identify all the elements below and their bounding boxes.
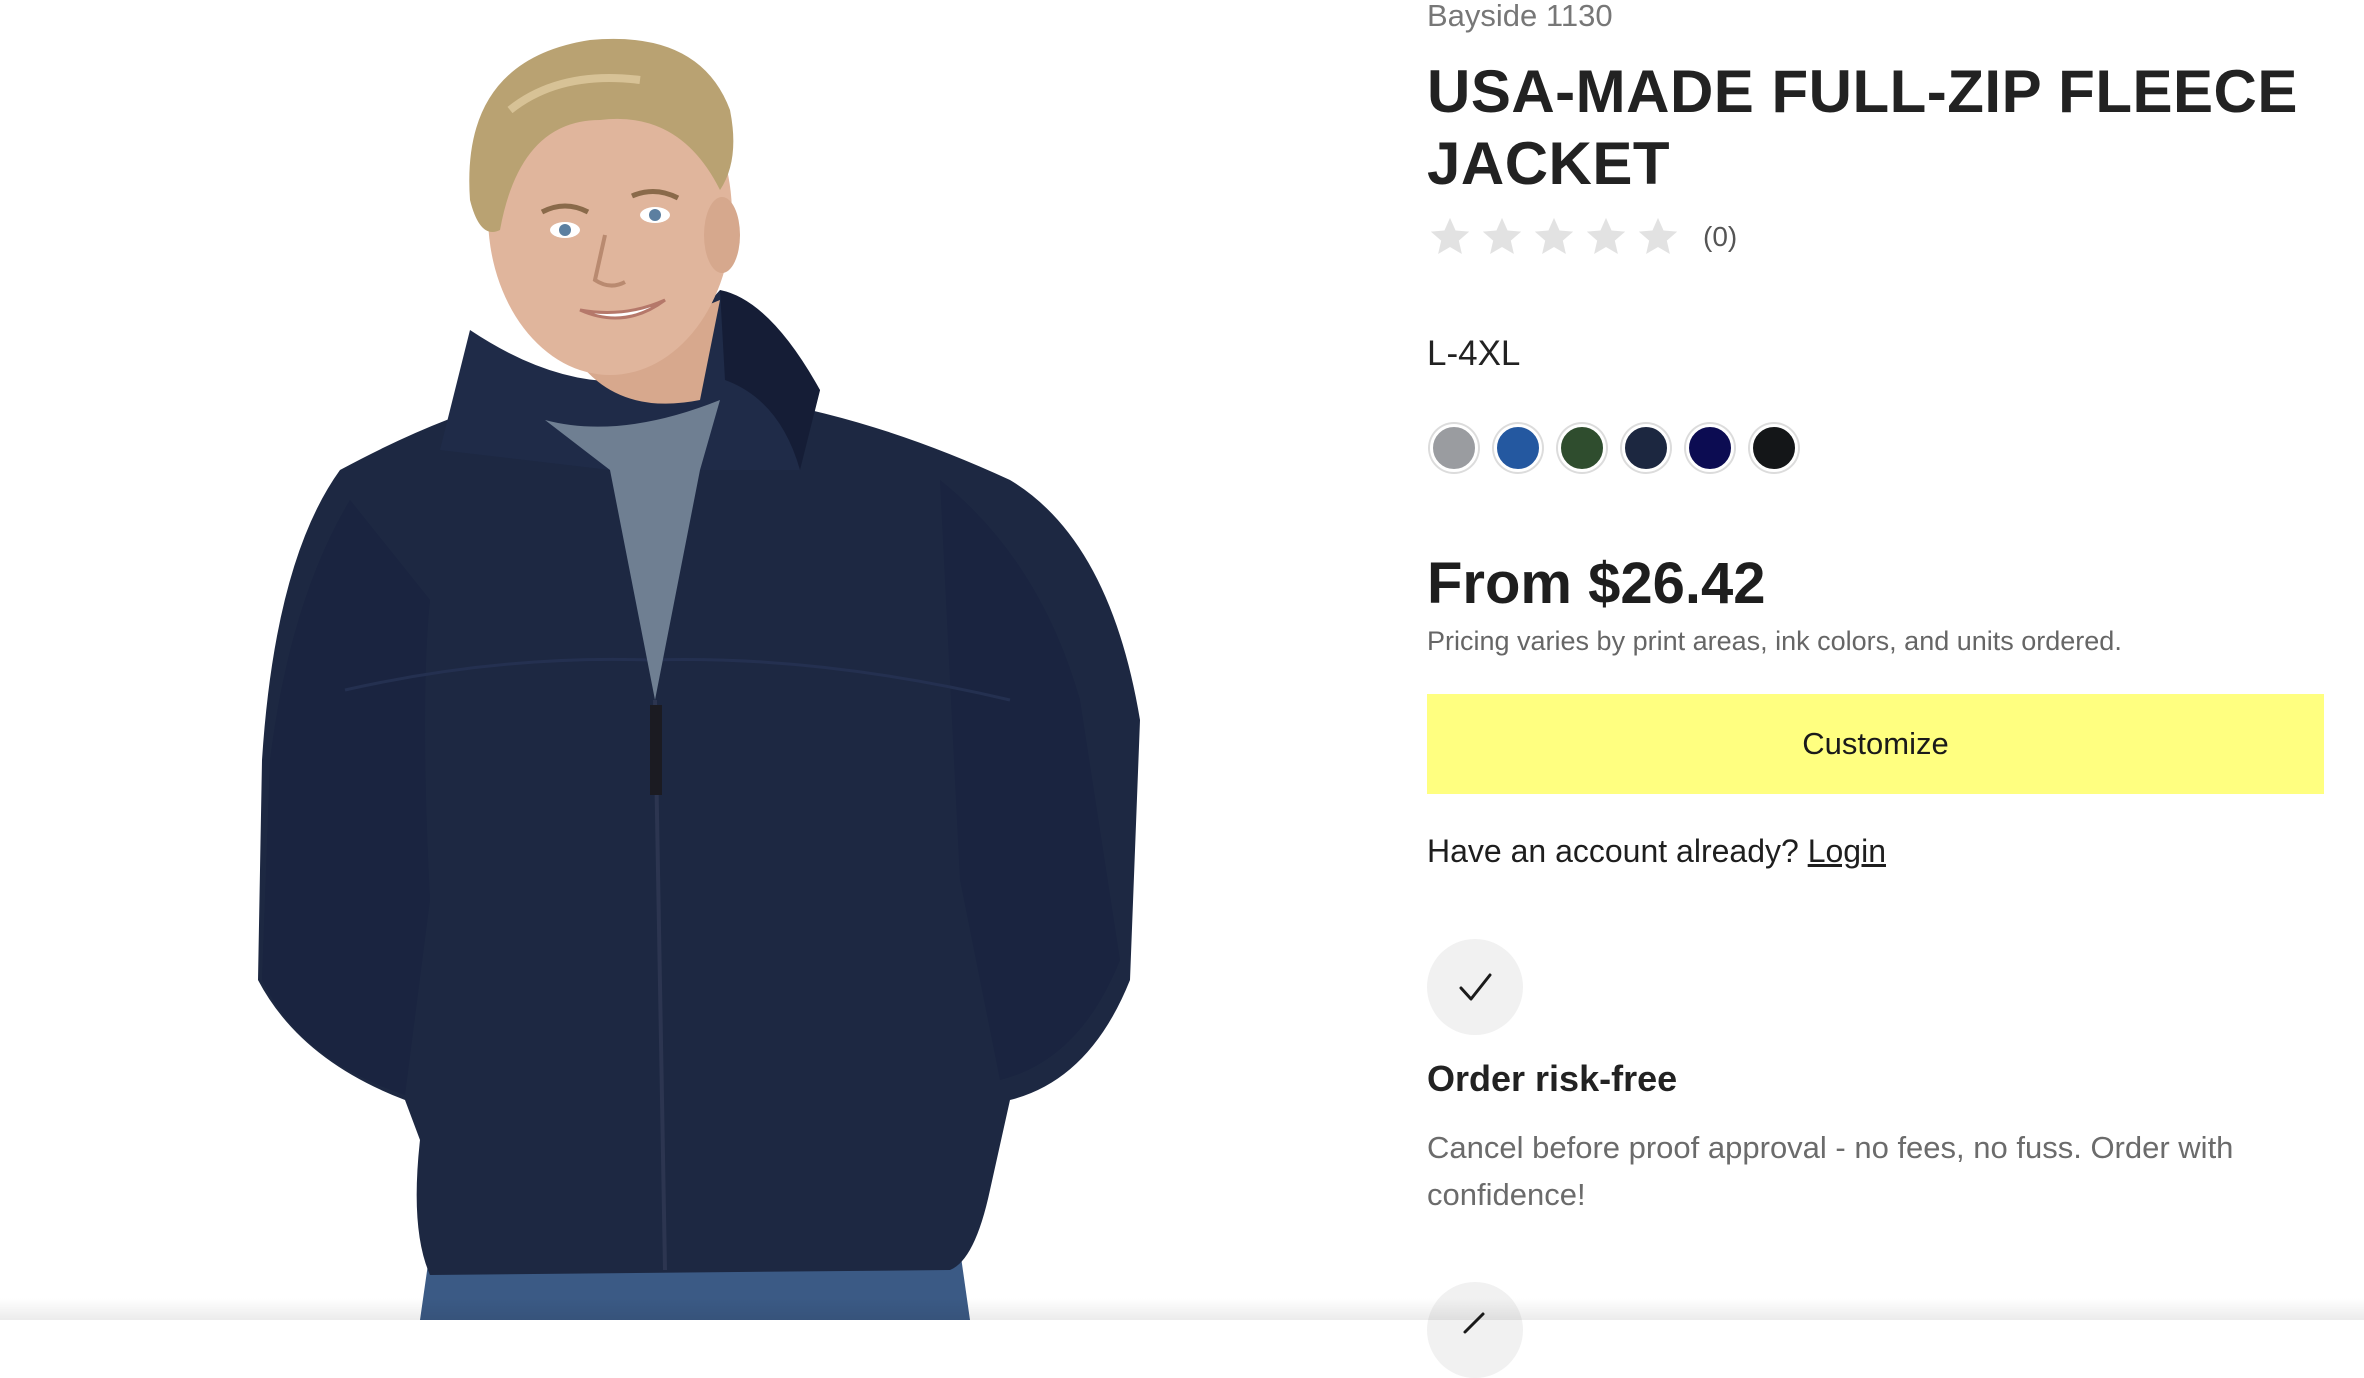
star-icon (1427, 214, 1473, 260)
rating-count: (0) (1703, 221, 1738, 252)
star-icon (1479, 214, 1525, 260)
color-swatch-grey[interactable] (1430, 424, 1478, 472)
bottom-shadow (0, 1298, 2364, 1320)
product-price: From $26.42 (1427, 551, 1766, 616)
color-swatches (1430, 424, 1814, 472)
product-title: USA-MADE FULL-ZIP FLEECE JACKET (1427, 58, 2298, 197)
product-rating[interactable]: (0) (1427, 214, 1737, 260)
feature-badge (1427, 939, 1523, 1035)
product-brand: Bayside 1130 (1427, 0, 1613, 33)
color-swatch-dark-navy[interactable] (1622, 424, 1670, 472)
color-swatch-black[interactable] (1750, 424, 1798, 472)
size-range: L-4XL (1427, 334, 1521, 373)
login-link[interactable]: Login (1808, 833, 1886, 869)
customize-button[interactable]: Customize (1427, 694, 2324, 794)
checkmark-icon (1459, 973, 1492, 1001)
star-icon (1531, 214, 1577, 260)
pricing-note: Pricing varies by print areas, ink color… (1427, 626, 2122, 656)
feature-title: Order risk-free (1427, 1058, 1678, 1099)
product-image[interactable] (0, 0, 1380, 1320)
star-icon (1635, 214, 1681, 260)
account-prompt: Have an account already? Login (1427, 833, 1886, 870)
color-swatch-forest-green[interactable] (1558, 424, 1606, 472)
color-swatch-navy[interactable] (1686, 424, 1734, 472)
star-icon (1583, 214, 1629, 260)
model-wearing-jacket-illustration (258, 38, 1140, 1320)
color-swatch-royal-blue[interactable] (1494, 424, 1542, 472)
feature-description: Cancel before proof approval - no fees, … (1427, 1130, 2234, 1212)
account-prompt-text: Have an account already? (1427, 833, 1799, 869)
next-feature-badge (1427, 1282, 1523, 1378)
